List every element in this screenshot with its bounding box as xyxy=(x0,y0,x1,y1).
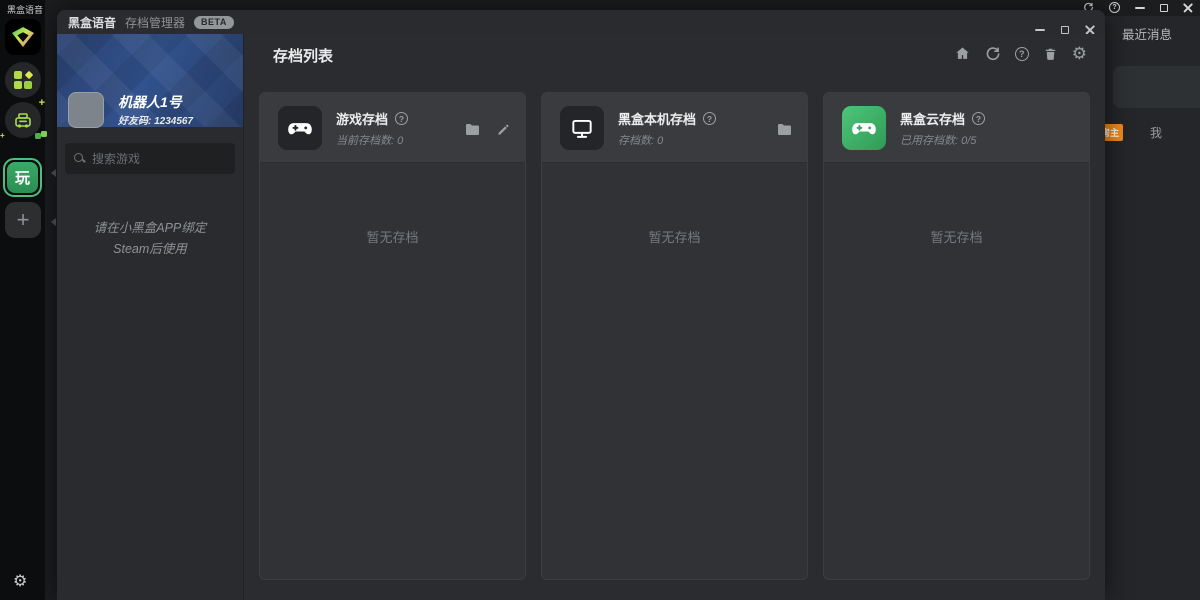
beta-badge: BETA xyxy=(194,16,234,29)
add-button[interactable]: + xyxy=(5,202,41,238)
save-manager-button[interactable]: + + xyxy=(5,102,41,138)
card-header[interactable]: 黑盒本机存档 ? 存档数: 0 xyxy=(542,93,807,163)
save-list-area: 存档列表 ? ⚙ xyxy=(243,34,1105,600)
folder-icon[interactable] xyxy=(464,122,481,137)
card-title: 游戏存档 xyxy=(336,109,388,128)
empty-state-text: 暂无存档 xyxy=(260,227,525,246)
titlebar-window-name: 存档管理器 xyxy=(125,14,185,31)
help-icon[interactable]: ? xyxy=(703,112,716,125)
card-subtitle: 存档数: 0 xyxy=(618,132,663,148)
bind-hint-line1: 请在小黑盒APP绑定 xyxy=(57,217,243,236)
card-title: 黑盒本机存档 xyxy=(618,109,696,128)
save-manager-titlebar: 黑盒语音 存档管理器 BETA xyxy=(57,10,1105,34)
collapse-arrow-icon[interactable] xyxy=(51,218,56,226)
recent-message-row[interactable]: 房主 我 xyxy=(1105,122,1200,142)
save-cards: 游戏存档 ? 当前存档数: 0 暂无存档 xyxy=(259,92,1090,580)
maximize-icon[interactable] xyxy=(1061,26,1069,34)
save-manager-window: 黑盒语音 存档管理器 BETA 机器人1号 好友码: 1234567 请在小黑盒… xyxy=(57,10,1105,600)
edit-pencil-icon[interactable] xyxy=(496,122,511,137)
main-app-window: ? 最近消息 房主 我 黑盒语音 存档管理器 BETA 机器人1号 xyxy=(45,0,1200,600)
card-subtitle: 已用存档数: 0/5 xyxy=(900,132,976,148)
play-label: 玩 xyxy=(7,162,38,193)
profile-panel: 机器人1号 好友码: 1234567 请在小黑盒APP绑定 Steam后使用 xyxy=(57,34,243,600)
recent-messages-box[interactable] xyxy=(1113,66,1200,108)
titlebar-app-name: 黑盒语音 xyxy=(68,14,116,31)
sparkle-icon: + xyxy=(39,98,45,109)
apps-grid-button[interactable] xyxy=(5,62,41,98)
mini-windows-icon xyxy=(35,131,47,141)
recent-messages-panel: 最近消息 房主 我 xyxy=(1105,16,1200,600)
help-icon[interactable]: ? xyxy=(1015,47,1029,61)
bind-hint-line2: Steam后使用 xyxy=(57,238,243,257)
monitor-icon xyxy=(560,106,604,150)
gamepad-icon xyxy=(278,106,322,150)
card-title: 黑盒云存档 xyxy=(900,109,965,128)
avatar[interactable] xyxy=(68,92,104,128)
gear-icon: ⚙ xyxy=(13,573,27,590)
help-icon[interactable]: ? xyxy=(972,112,985,125)
close-icon[interactable] xyxy=(1183,3,1193,13)
heybox-logo-icon xyxy=(10,24,36,50)
search-input[interactable] xyxy=(92,152,247,166)
folder-icon[interactable] xyxy=(776,122,793,137)
app-title: 黑盒语音 xyxy=(7,3,43,16)
recent-messages-title: 最近消息 xyxy=(1122,24,1172,43)
gear-icon[interactable]: ⚙ xyxy=(1072,45,1087,62)
card-local-saves: 黑盒本机存档 ? 存档数: 0 暂无存档 xyxy=(541,92,808,580)
collapse-arrow-icon[interactable] xyxy=(51,169,56,177)
profile-name: 机器人1号 xyxy=(118,92,182,112)
game-search-box[interactable] xyxy=(65,143,235,174)
minimize-icon[interactable] xyxy=(1035,29,1045,31)
save-machine-icon xyxy=(12,109,34,131)
search-icon xyxy=(74,153,86,165)
home-icon[interactable] xyxy=(954,45,971,62)
sidebar-item-play[interactable]: 玩 xyxy=(3,158,42,197)
heybox-logo[interactable] xyxy=(5,19,41,55)
gamepad-icon xyxy=(842,106,886,150)
card-header[interactable]: 黑盒云存档 ? 已用存档数: 0/5 xyxy=(824,93,1089,163)
trash-icon[interactable] xyxy=(1043,46,1058,62)
page-title: 存档列表 xyxy=(273,45,333,66)
card-game-saves: 游戏存档 ? 当前存档数: 0 暂无存档 xyxy=(259,92,526,580)
grid-icon xyxy=(14,71,32,89)
minimize-icon[interactable] xyxy=(1135,7,1145,9)
refresh-icon[interactable] xyxy=(985,46,1001,62)
maximize-icon[interactable] xyxy=(1160,4,1168,12)
friend-code: 好友码: 1234567 xyxy=(118,112,193,127)
card-cloud-saves: 黑盒云存档 ? 已用存档数: 0/5 暂无存档 xyxy=(823,92,1090,580)
card-subtitle: 当前存档数: 0 xyxy=(336,132,403,148)
sparkle-icon: + xyxy=(0,132,5,140)
empty-state-text: 暂无存档 xyxy=(824,227,1089,246)
settings-gear-button[interactable]: ⚙ xyxy=(13,571,27,591)
card-header[interactable]: 游戏存档 ? 当前存档数: 0 xyxy=(260,93,525,163)
empty-state-text: 暂无存档 xyxy=(542,227,807,246)
help-icon[interactable]: ? xyxy=(1109,2,1120,13)
me-label: 我 xyxy=(1150,124,1162,141)
app-sidebar: 黑盒语音 + + 玩 + ⚙ xyxy=(0,0,45,600)
toolbar-icons: ? ⚙ xyxy=(954,45,1087,62)
plus-icon: + xyxy=(17,207,30,233)
help-icon[interactable]: ? xyxy=(395,112,408,125)
